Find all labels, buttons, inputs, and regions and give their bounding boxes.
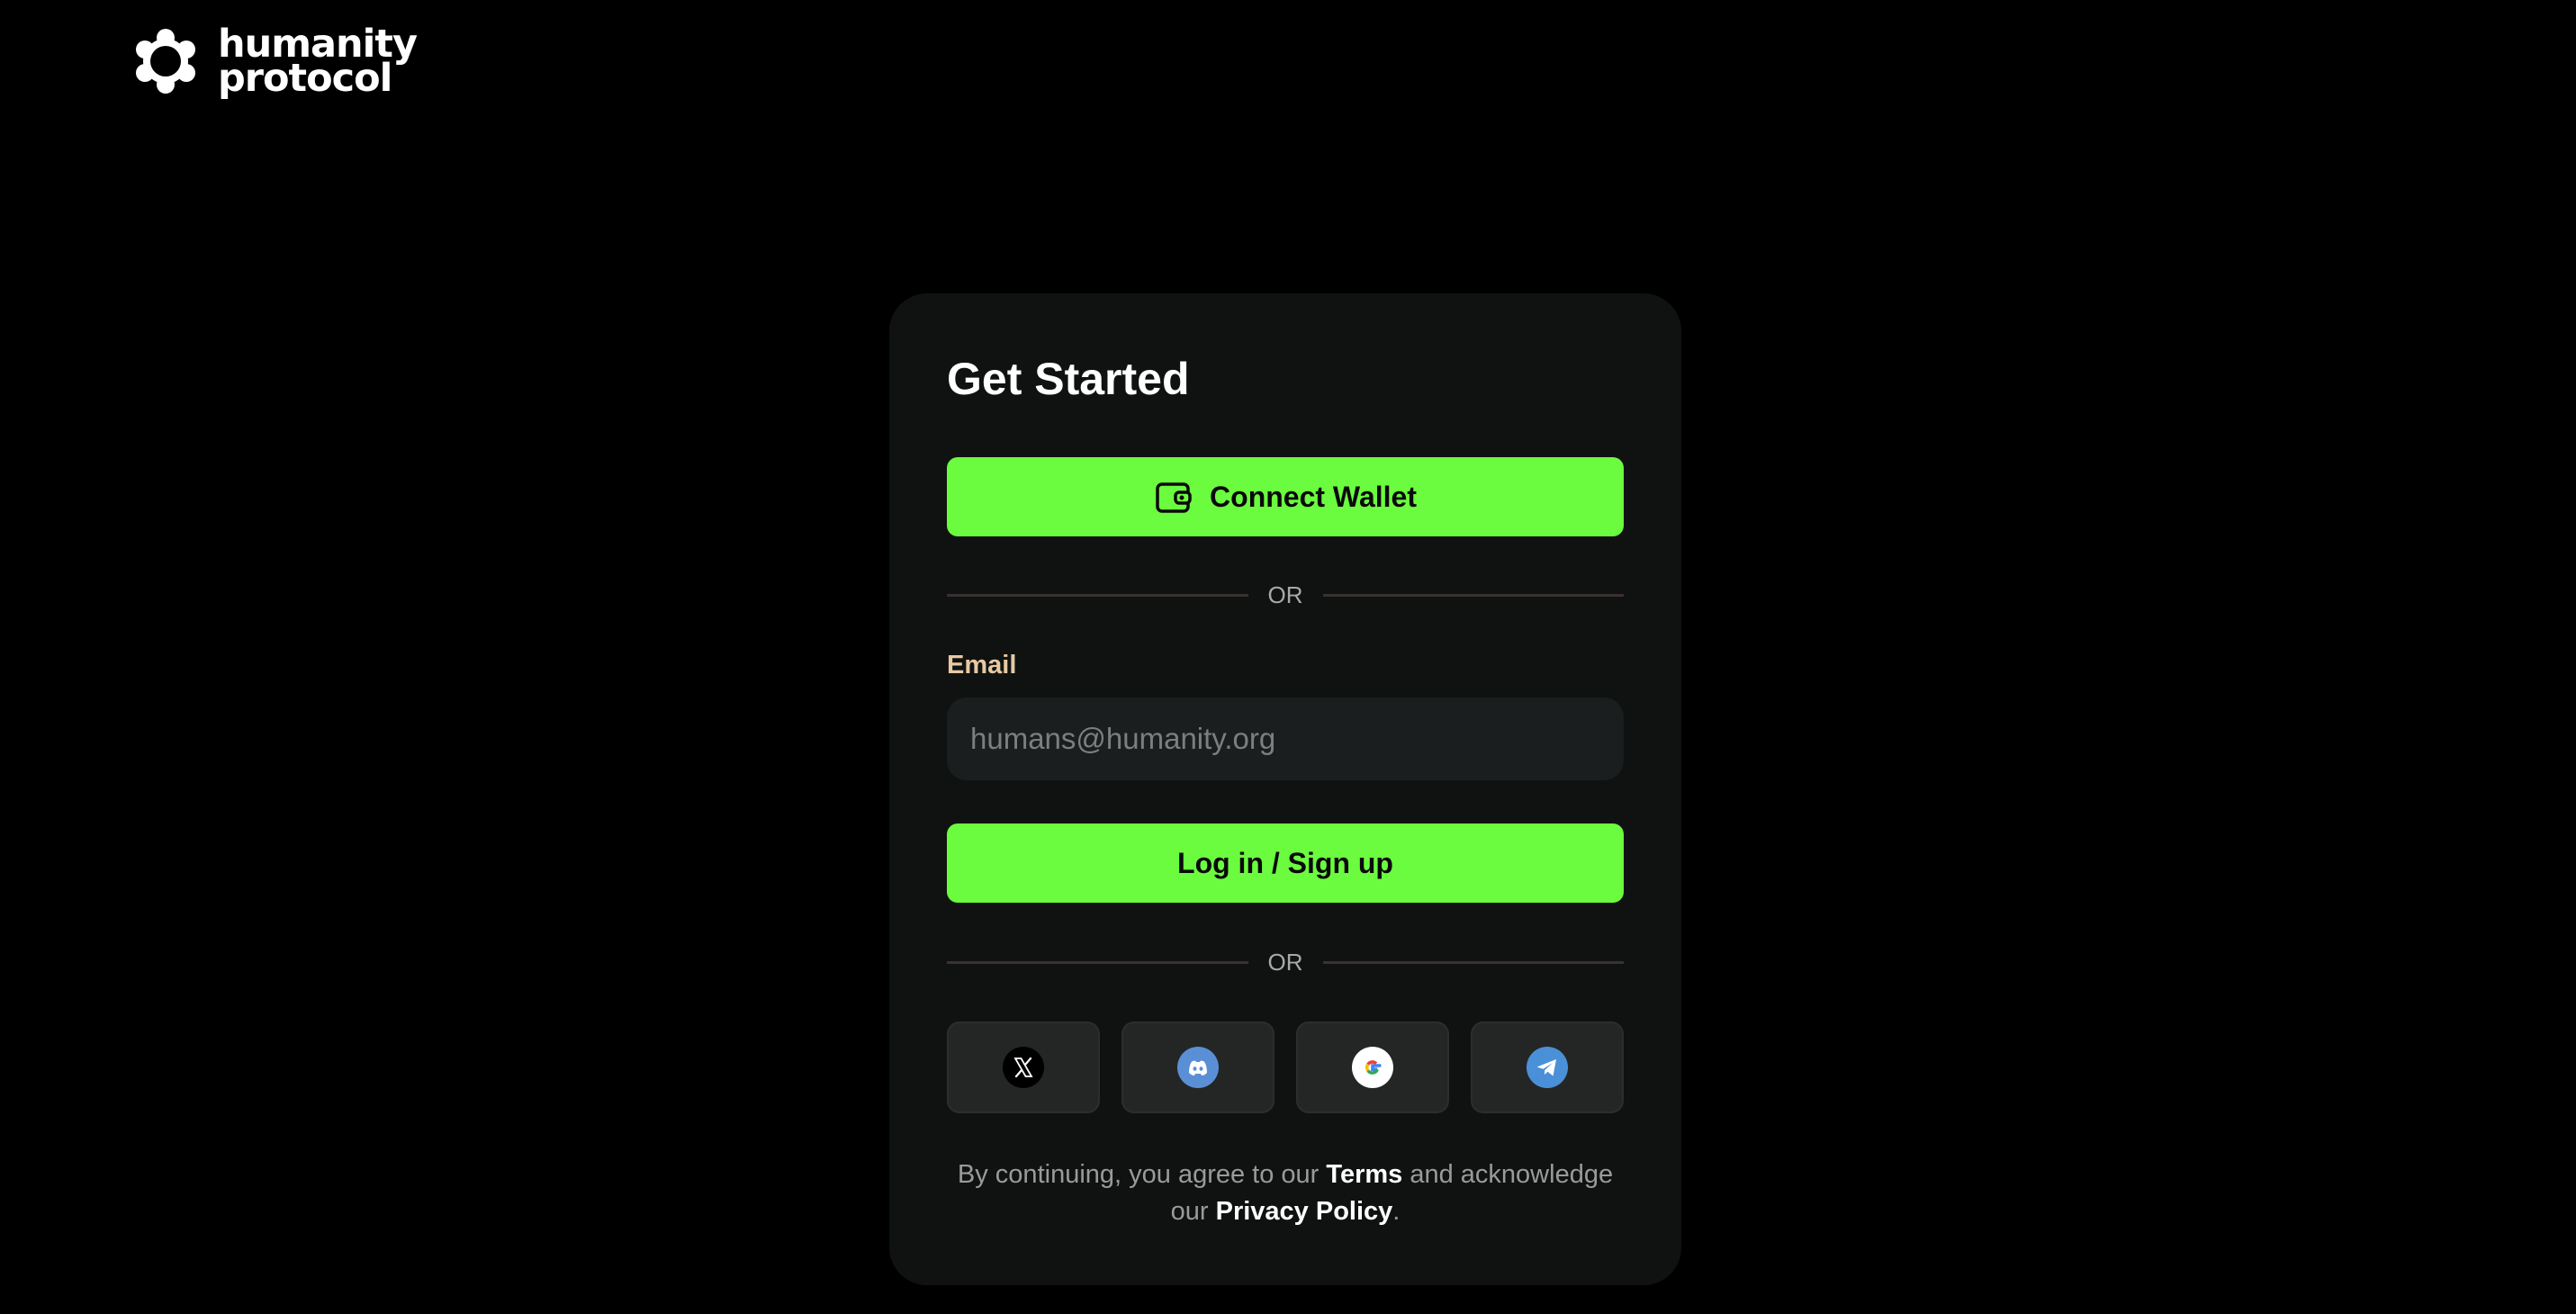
- divider-line-right: [1322, 593, 1624, 597]
- legal-prefix: By continuing, you agree to our: [957, 1160, 1320, 1189]
- divider-line-right: [1322, 960, 1624, 964]
- login-signup-button[interactable]: Log in / Sign up: [947, 824, 1624, 903]
- divider-text: OR: [1267, 581, 1303, 608]
- x-login-button[interactable]: [947, 1022, 1100, 1113]
- discord-login-button[interactable]: [1121, 1022, 1274, 1113]
- divider-line-left: [947, 593, 1248, 597]
- google-login-button[interactable]: [1296, 1022, 1449, 1113]
- email-input[interactable]: [947, 698, 1624, 780]
- telegram-icon: [1527, 1047, 1568, 1088]
- legal-suffix: .: [1392, 1197, 1401, 1226]
- or-divider: OR: [947, 577, 1624, 613]
- divider-line-left: [947, 960, 1248, 964]
- terms-link[interactable]: Terms: [1326, 1160, 1402, 1189]
- connect-wallet-label: Connect Wallet: [1210, 480, 1417, 513]
- login-signup-label: Log in / Sign up: [1177, 846, 1393, 879]
- divider-text: OR: [1267, 949, 1303, 976]
- brand-logo[interactable]: humanity protocol: [131, 25, 418, 101]
- google-icon: [1352, 1047, 1393, 1088]
- connect-wallet-button[interactable]: Connect Wallet: [947, 457, 1624, 536]
- get-started-card: Get Started Connect Wallet OR Email Log …: [889, 293, 1681, 1285]
- brand-name: humanity protocol: [218, 25, 418, 101]
- card-title: Get Started: [947, 354, 1190, 404]
- or-divider-social: OR: [947, 944, 1624, 980]
- discord-icon: [1177, 1047, 1219, 1088]
- wallet-icon: [1156, 482, 1192, 513]
- brand-name-line2: protocol: [218, 56, 392, 101]
- x-icon: [1003, 1047, 1044, 1088]
- email-label: Email: [947, 651, 1017, 680]
- privacy-policy-link[interactable]: Privacy Policy: [1216, 1197, 1393, 1226]
- telegram-login-button[interactable]: [1471, 1022, 1624, 1113]
- legal-notice: By continuing, you agree to our Terms an…: [947, 1156, 1624, 1230]
- social-login-row: [947, 1022, 1624, 1113]
- humanity-logo-icon: [136, 29, 195, 94]
